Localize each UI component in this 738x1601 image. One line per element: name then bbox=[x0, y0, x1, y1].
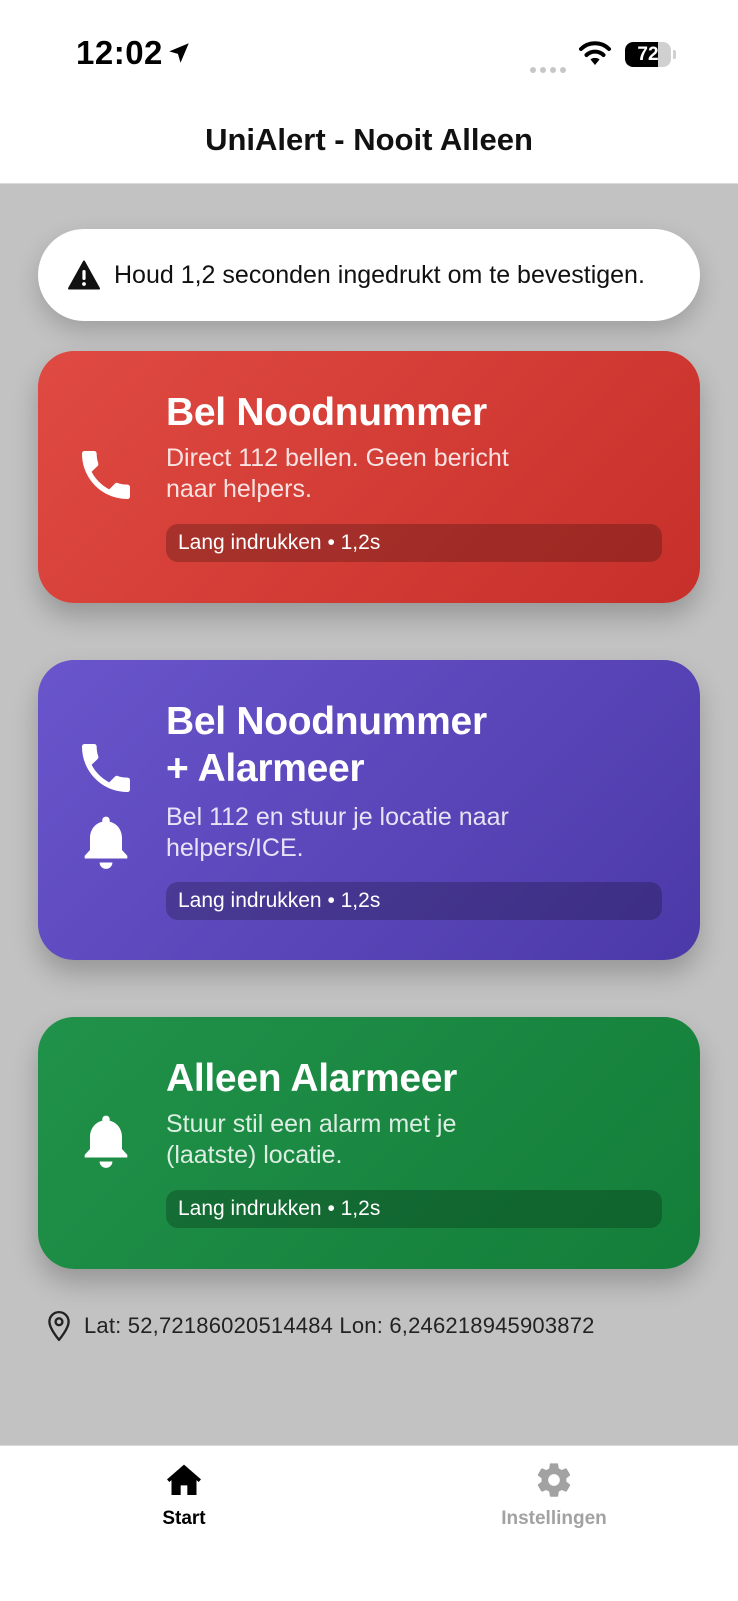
long-press-hint: Lang indrukken • 1,2s bbox=[166, 524, 662, 562]
long-press-hint: Lang indrukken • 1,2s bbox=[166, 882, 662, 920]
battery-level: 72 bbox=[637, 44, 659, 65]
tab-bar: Start Instellingen bbox=[0, 1445, 738, 1601]
card-title: Alleen Alarmeer bbox=[166, 1057, 458, 1100]
location-arrow-icon bbox=[169, 43, 189, 63]
tab-label: Instellingen bbox=[501, 1508, 607, 1529]
card-description-line: Stuur stil een alarm met je bbox=[166, 1110, 457, 1138]
status-time: 12:02 bbox=[76, 34, 163, 71]
warning-icon bbox=[68, 260, 100, 290]
card-description-line: naar helpers. bbox=[166, 475, 312, 503]
card-title: + Alarmeer bbox=[166, 747, 365, 790]
wifi-icon bbox=[579, 41, 611, 65]
hint-banner: Houd 1,2 seconden ingedrukt om te bevest… bbox=[38, 229, 700, 321]
coordinates-text: Lat: 52,72186020514484 Lon: 6,2462189459… bbox=[84, 1313, 595, 1338]
hint-text: Houd 1,2 seconden ingedrukt om te bevest… bbox=[114, 260, 645, 289]
card-description-line: (laatste) locatie. bbox=[166, 1141, 343, 1169]
tab-settings[interactable]: Instellingen bbox=[454, 1460, 654, 1530]
page-title: UniAlert - Nooit Alleen bbox=[205, 122, 533, 157]
bell-icon bbox=[84, 1115, 128, 1168]
long-press-hint: Lang indrukken • 1,2s bbox=[166, 1190, 662, 1228]
battery-icon: 72 bbox=[625, 42, 676, 67]
phone-icon bbox=[82, 744, 130, 792]
main-content: Houd 1,2 seconden ingedrukt om te bevest… bbox=[0, 184, 738, 1445]
card-description-line: Direct 112 bellen. Geen bericht bbox=[166, 444, 509, 472]
cellular-signal-icon bbox=[530, 60, 570, 78]
tab-label: Start bbox=[162, 1508, 206, 1529]
home-icon bbox=[167, 1464, 201, 1495]
nav-header: UniAlert - Nooit Alleen bbox=[0, 100, 738, 184]
card-description-line: Bel 112 en stuur je locatie naar bbox=[166, 803, 509, 831]
location-pin-icon bbox=[48, 1310, 70, 1342]
card-title: Bel Noodnummer bbox=[166, 391, 487, 434]
tab-start[interactable]: Start bbox=[84, 1460, 284, 1530]
status-bar: 12:02 72 bbox=[0, 0, 738, 100]
phone-icon bbox=[82, 451, 130, 499]
gear-icon bbox=[537, 1463, 571, 1497]
location-readout: Lat: 52,72186020514484 Lon: 6,2462189459… bbox=[46, 1310, 595, 1342]
card-title: Bel Noodnummer bbox=[166, 700, 487, 743]
call-emergency-and-alert-button[interactable]: Bel Noodnummer + Alarmeer Bel 112 en stu… bbox=[38, 660, 700, 960]
card-description-line: helpers/ICE. bbox=[166, 834, 304, 862]
alert-only-button[interactable]: Alleen Alarmeer Stuur stil een alarm met… bbox=[38, 1017, 700, 1269]
call-emergency-button[interactable]: Bel Noodnummer Direct 112 bellen. Geen b… bbox=[38, 351, 700, 603]
bell-icon bbox=[84, 816, 128, 869]
